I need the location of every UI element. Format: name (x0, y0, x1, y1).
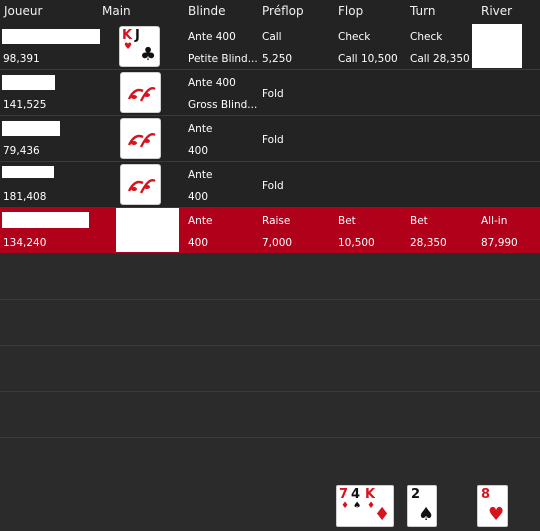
hero-hand-redacted (116, 208, 179, 252)
empty-row (0, 346, 540, 392)
player-name-redacted (2, 29, 100, 44)
spade-icon: ♠ (418, 504, 435, 525)
flop-cards: 7 ♦ 4 ♠ K ♦ ♦ (336, 485, 394, 527)
player-name-redacted (2, 75, 55, 90)
header-main[interactable]: Main (102, 4, 131, 18)
player-stack: 141,525 (3, 99, 47, 111)
blinde-amount: Petite Blind... (188, 53, 258, 65)
river-action: All-in (481, 215, 508, 227)
river-amount: 87,990 (481, 237, 518, 249)
diamond-icon: ♦ (374, 504, 391, 525)
player-row-hero[interactable]: 134,240 Ante 400 Raise 7,000 Bet 10,500 … (0, 208, 540, 254)
board-card-rank: 7 (339, 487, 349, 502)
blinde-amount: 400 (188, 191, 209, 203)
heart-icon: ♥ (124, 42, 133, 52)
preflop-action: Fold (262, 88, 284, 100)
blinde-amount: 400 (188, 237, 209, 249)
empty-row (0, 438, 540, 484)
blinde-action: Ante 400 (188, 31, 236, 43)
empty-row (0, 254, 540, 300)
card-back-logo-icon (127, 133, 156, 148)
preflop-action: Fold (262, 134, 284, 146)
turn-amount: Call 28,350 (410, 53, 470, 65)
header-preflop[interactable]: Préflop (262, 4, 304, 18)
card-rank-j: J (135, 28, 140, 43)
turn-amount: 28,350 (410, 237, 447, 249)
preflop-amount: 7,000 (262, 237, 293, 249)
card-back (120, 118, 161, 159)
board-card-rank: 4 (351, 487, 361, 502)
player-stack: 79,436 (3, 145, 40, 157)
player-row[interactable]: 79,436 Ante 400 Fold (0, 116, 540, 162)
player-stack: 98,391 (3, 53, 40, 65)
preflop-action: Raise (262, 215, 291, 227)
diamond-icon: ♦ (341, 501, 350, 511)
heart-icon: ♥ (488, 504, 505, 525)
turn-action: Bet (410, 215, 428, 227)
player-row[interactable]: 141,525 Ante 400 Gross Blind... Fold (0, 70, 540, 116)
river-card: 8 ♥ (477, 485, 508, 527)
column-header: Joueur Main Blinde Préflop Flop Turn Riv… (0, 0, 540, 24)
player-name-redacted (2, 166, 54, 178)
preflop-amount: 5,250 (262, 53, 293, 65)
board-card-rank: 8 (481, 487, 491, 502)
blinde-amount: 400 (188, 145, 209, 157)
player-row[interactable]: 98,391 K ♥ J ♣ Ante 400 Petite Blind... … (0, 24, 540, 70)
header-turn[interactable]: Turn (410, 4, 435, 18)
turn-card: 2 ♠ (407, 485, 437, 527)
flop-amount: 10,500 (338, 237, 375, 249)
player-stack: 181,408 (3, 191, 47, 203)
board-card-rank: K (365, 487, 376, 502)
flop-amount: Call 10,500 (338, 53, 398, 65)
flop-action: Check (338, 31, 371, 43)
player-stack: 134,240 (3, 237, 47, 249)
spade-icon: ♠ (353, 501, 362, 511)
card-rank-k: K (122, 28, 133, 43)
turn-action: Check (410, 31, 443, 43)
blinde-amount: Gross Blind... (188, 99, 258, 111)
card-back (120, 164, 161, 205)
card-back-logo-icon (127, 179, 156, 194)
club-icon: ♣ (140, 44, 157, 65)
board-card-rank: 2 (411, 487, 421, 502)
hole-cards: K ♥ J ♣ (119, 26, 160, 67)
blinde-action: Ante (188, 215, 213, 227)
empty-row (0, 392, 540, 438)
player-row[interactable]: 181,408 Ante 400 Fold (0, 162, 540, 208)
card-back (120, 72, 161, 113)
preflop-action: Fold (262, 180, 284, 192)
board-row (0, 483, 540, 531)
card-back-logo-icon (127, 87, 156, 102)
header-joueur[interactable]: Joueur (4, 4, 42, 18)
player-name-redacted (2, 212, 89, 228)
header-blinde[interactable]: Blinde (188, 4, 226, 18)
empty-row (0, 300, 540, 346)
river-redacted (472, 24, 522, 68)
blinde-action: Ante (188, 123, 213, 135)
blinde-action: Ante 400 (188, 77, 236, 89)
flop-action: Bet (338, 215, 356, 227)
header-river[interactable]: River (481, 4, 512, 18)
blinde-action: Ante (188, 169, 213, 181)
player-name-redacted (2, 121, 60, 136)
preflop-action: Call (262, 31, 282, 43)
header-flop[interactable]: Flop (338, 4, 363, 18)
